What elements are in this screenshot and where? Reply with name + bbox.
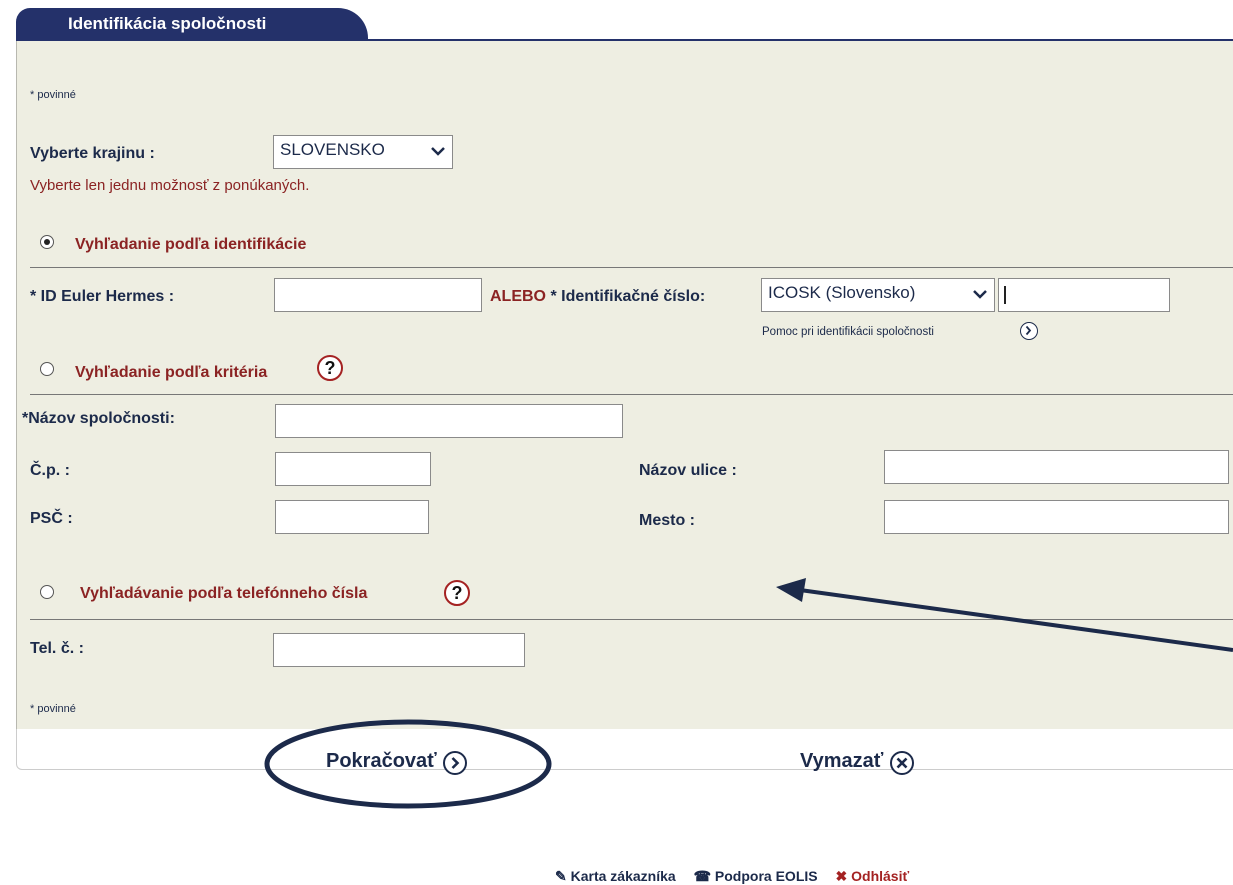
support-link[interactable]: Podpora EOLIS xyxy=(715,868,818,884)
footer-links: ✎ Karta zákazníka ☎ Podpora EOLIS ✖ Odhl… xyxy=(555,868,909,885)
customer-card-icon: ✎ xyxy=(555,868,567,884)
annotation-arrowhead xyxy=(776,578,806,602)
logout-icon: ✖ xyxy=(835,868,848,884)
support-icon: ☎ xyxy=(693,868,712,884)
logout-link[interactable]: Odhlásiť xyxy=(851,868,909,884)
annotation-overlay xyxy=(264,578,1233,809)
customer-card-link[interactable]: Karta zákazníka xyxy=(571,868,676,884)
annotation-arrow-line xyxy=(799,588,1233,652)
annotation-ellipse xyxy=(264,719,552,809)
